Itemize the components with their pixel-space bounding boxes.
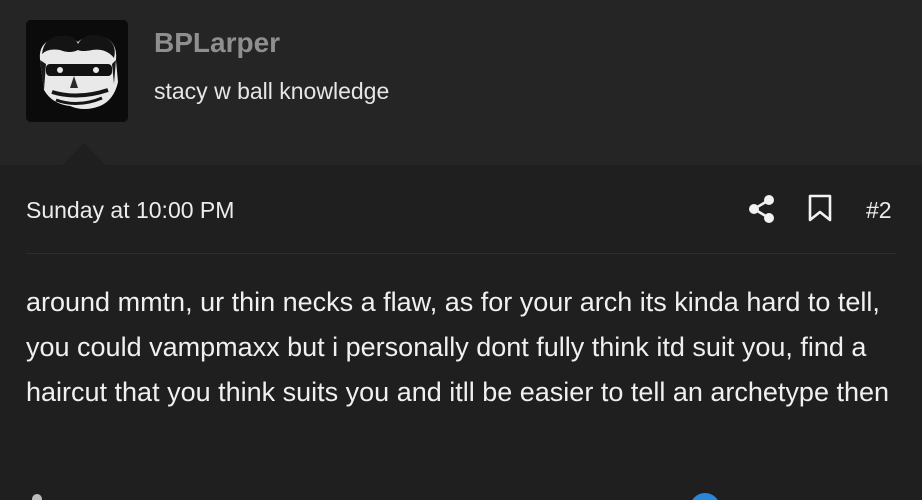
username[interactable]: BPLarper [154, 27, 280, 59]
post-pointer-arrow [62, 143, 106, 165]
user-avatar[interactable] [26, 20, 128, 122]
post-number-link[interactable]: #2 [866, 196, 892, 224]
share-icon [749, 195, 774, 223]
share-button[interactable] [748, 194, 776, 224]
bookmark-button[interactable] [806, 193, 834, 223]
bookmark-icon [808, 194, 832, 222]
post-date[interactable]: Sunday at 10:00 PM [26, 196, 234, 224]
user-title: stacy w ball knowledge [154, 78, 390, 104]
reaction-indicator [32, 494, 42, 500]
post-message: around mmtn, ur thin necks a flaw, as fo… [26, 280, 906, 415]
user-header [0, 0, 922, 165]
post-divider [26, 253, 896, 254]
avatar-face-icon [26, 20, 128, 122]
forum-post: BPLarper stacy w ball knowledge Sunday a… [0, 0, 922, 500]
post-message-text: around mmtn, ur thin necks a flaw, as fo… [26, 287, 890, 407]
